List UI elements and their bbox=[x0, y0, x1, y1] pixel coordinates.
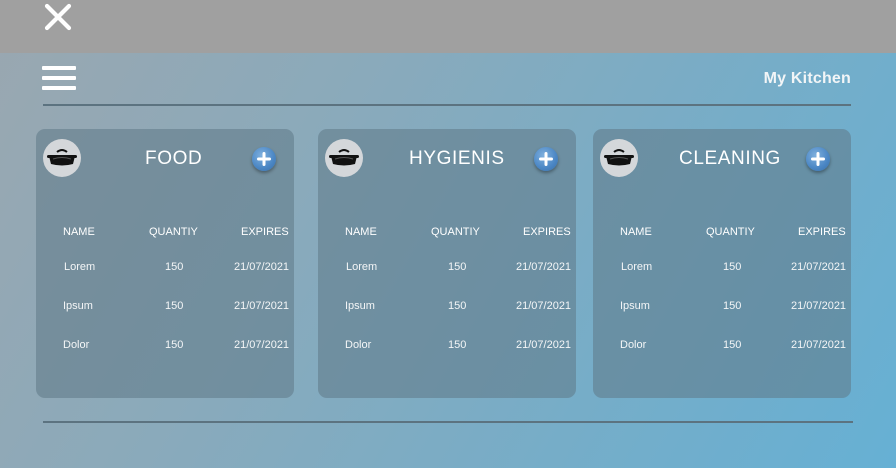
add-item-button[interactable] bbox=[534, 147, 558, 171]
item-expires: 21/07/2021 bbox=[234, 339, 290, 351]
item-quantity: 150 bbox=[723, 300, 742, 312]
category-card-cleaning: CLEANING NAME QUANTIY EXPIRES Lorem 150 … bbox=[593, 129, 851, 398]
pot-icon bbox=[600, 139, 638, 177]
hamburger-menu-icon[interactable] bbox=[42, 66, 77, 92]
pot-icon bbox=[325, 139, 363, 177]
item-name: Lorem bbox=[346, 261, 378, 273]
item-name: Lorem bbox=[621, 261, 653, 273]
item-expires: 21/07/2021 bbox=[791, 339, 847, 351]
item-expires: 21/07/2021 bbox=[516, 261, 572, 273]
close-icon bbox=[44, 3, 72, 31]
item-expires: 21/07/2021 bbox=[234, 300, 290, 312]
pot-icon bbox=[43, 139, 81, 177]
close-button[interactable] bbox=[40, 0, 76, 34]
header-divider bbox=[43, 104, 851, 106]
item-name: Ipsum bbox=[63, 300, 93, 312]
column-header-quantity: QUANTIY bbox=[706, 226, 755, 238]
item-name: Ipsum bbox=[345, 300, 375, 312]
top-bar bbox=[0, 0, 896, 53]
card-title: CLEANING bbox=[679, 148, 781, 169]
category-card-hygienis: HYGIENIS NAME QUANTIY EXPIRES Lorem 150 … bbox=[318, 129, 576, 398]
category-card-food: FOOD NAME QUANTIY EXPIRES Lorem 150 21/0… bbox=[36, 129, 294, 398]
item-name: Ipsum bbox=[620, 300, 650, 312]
column-header-expires: EXPIRES bbox=[523, 226, 571, 238]
column-header-name: NAME bbox=[620, 226, 652, 238]
item-quantity: 150 bbox=[723, 261, 742, 273]
item-quantity: 150 bbox=[448, 300, 467, 312]
item-expires: 21/07/2021 bbox=[516, 339, 572, 351]
item-quantity: 150 bbox=[165, 339, 184, 351]
column-header-expires: EXPIRES bbox=[798, 226, 846, 238]
plus-icon bbox=[539, 152, 553, 166]
app-title: My Kitchen bbox=[763, 70, 851, 87]
item-expires: 21/07/2021 bbox=[791, 300, 847, 312]
item-name: Dolor bbox=[620, 339, 647, 351]
plus-icon bbox=[257, 152, 271, 166]
item-quantity: 150 bbox=[165, 300, 184, 312]
item-quantity: 150 bbox=[165, 261, 184, 273]
item-name: Lorem bbox=[64, 261, 96, 273]
item-name: Dolor bbox=[345, 339, 372, 351]
card-title: FOOD bbox=[145, 148, 203, 169]
card-title: HYGIENIS bbox=[409, 148, 505, 169]
plus-icon bbox=[811, 152, 825, 166]
add-item-button[interactable] bbox=[252, 147, 276, 171]
item-quantity: 150 bbox=[448, 261, 467, 273]
item-name: Dolor bbox=[63, 339, 90, 351]
footer-divider bbox=[43, 421, 853, 423]
add-item-button[interactable] bbox=[806, 147, 830, 171]
item-expires: 21/07/2021 bbox=[516, 300, 572, 312]
column-header-expires: EXPIRES bbox=[241, 226, 289, 238]
item-expires: 21/07/2021 bbox=[791, 261, 847, 273]
column-header-quantity: QUANTIY bbox=[431, 226, 480, 238]
item-quantity: 150 bbox=[448, 339, 467, 351]
column-header-quantity: QUANTIY bbox=[149, 226, 198, 238]
column-header-name: NAME bbox=[345, 226, 377, 238]
item-quantity: 150 bbox=[723, 339, 742, 351]
item-expires: 21/07/2021 bbox=[234, 261, 290, 273]
column-header-name: NAME bbox=[63, 226, 95, 238]
